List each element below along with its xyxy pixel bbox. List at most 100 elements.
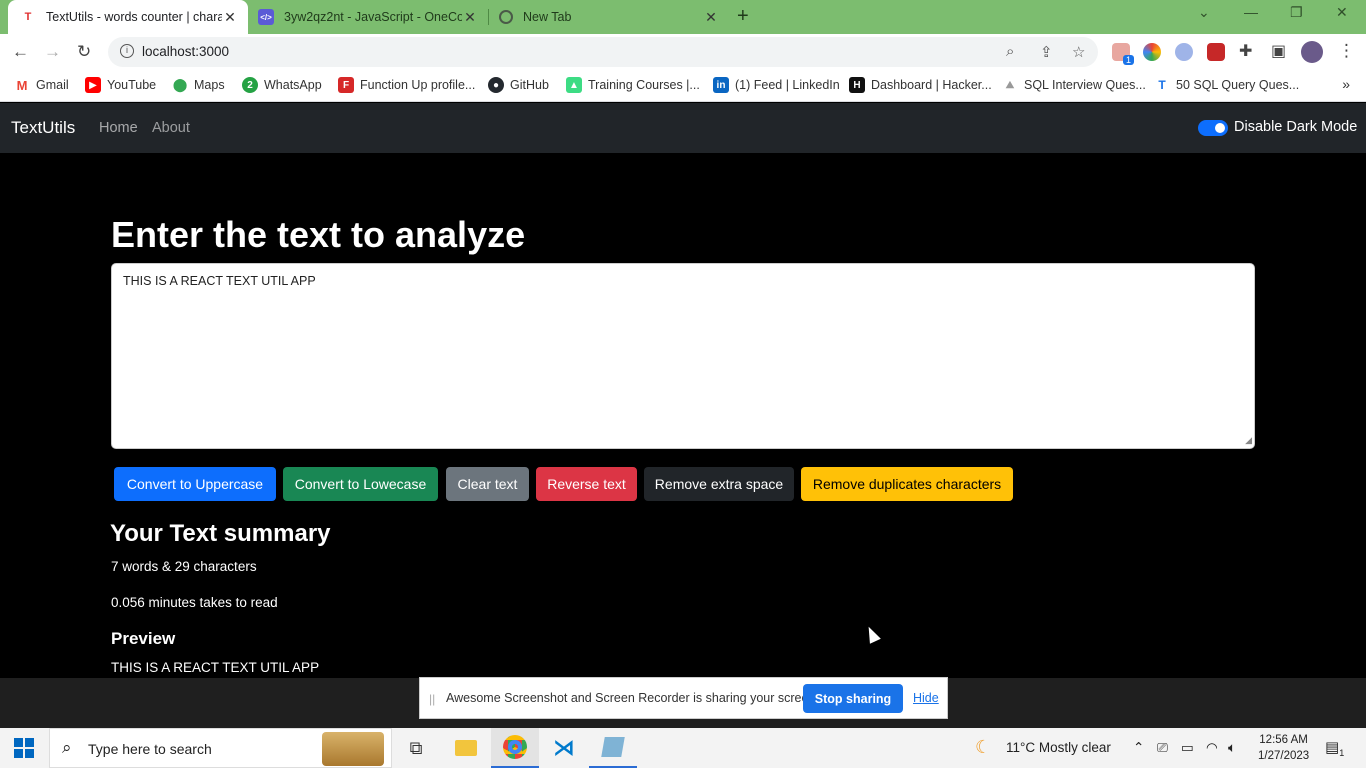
bookmark-whatsapp[interactable]: 2 WhatsApp <box>242 77 322 93</box>
bookmark-sql-query[interactable]: T 50 SQL Query Ques... <box>1154 77 1299 93</box>
file-explorer-icon[interactable] <box>442 728 490 768</box>
nav-about-link[interactable]: About <box>152 120 190 136</box>
summary-heading: Your Text summary <box>110 520 331 547</box>
bookmark-label: WhatsApp <box>264 78 322 92</box>
bookmark-label: Function Up profile... <box>360 78 476 92</box>
extension-badge: 1 <box>1122 55 1134 65</box>
bookmark-github[interactable]: ● GitHub <box>488 77 549 93</box>
sql-query-icon: T <box>1158 78 1166 92</box>
volume-icon[interactable]: 🔈︎ <box>1228 740 1236 756</box>
clock-time: 12:56 AM <box>1259 734 1308 746</box>
notification-count: 1 <box>1339 748 1345 758</box>
screen-recorder-extension-icon[interactable] <box>1143 43 1161 61</box>
app-navbar: TextUtils Home About Disable Dark Mode <box>0 103 1366 153</box>
stop-sharing-button[interactable]: Stop sharing <box>803 684 903 713</box>
nav-home-link[interactable]: Home <box>99 120 138 136</box>
bookmark-label: Training Courses |... <box>588 78 700 92</box>
bookmark-maps[interactable]: ⬤ Maps <box>172 77 225 93</box>
restore-icon[interactable]: ❐ <box>1290 4 1303 21</box>
remove-duplicates-button[interactable]: Remove duplicates characters <box>801 467 1013 501</box>
bookmark-sql-interview[interactable]: ⛰ SQL Interview Ques... <box>1002 77 1146 93</box>
search-icon: ⌕ <box>62 738 72 757</box>
clear-text-button[interactable]: Clear text <box>446 467 529 501</box>
system-clock[interactable]: 12:56 AM 1/27/2023 <box>1258 732 1309 764</box>
wifi-icon[interactable]: ◠ <box>1206 740 1218 756</box>
profile-avatar[interactable] <box>1301 41 1323 63</box>
side-panel-icon[interactable]: ▣ <box>1271 41 1286 61</box>
taskbar-search-box[interactable]: ⌕ Type here to search <box>49 728 392 768</box>
bookmark-gmail[interactable]: M Gmail <box>14 77 69 93</box>
battery-icon[interactable]: ▭ <box>1181 740 1194 756</box>
close-tab-icon[interactable]: ✕ <box>462 9 478 26</box>
text-input-area[interactable]: THIS IS A REACT TEXT UTIL APP ◢ <box>111 263 1255 449</box>
maps-icon: ⬤ <box>172 77 188 92</box>
weather-text[interactable]: 11°C Mostly clear <box>1006 740 1111 755</box>
extensions-puzzle-icon[interactable]: ✚ <box>1239 41 1252 61</box>
bookmark-training[interactable]: ▲ Training Courses |... <box>566 77 700 93</box>
minimize-icon[interactable]: — <box>1244 4 1258 20</box>
close-window-icon[interactable]: ✕ <box>1336 4 1348 21</box>
show-hidden-icons-icon[interactable]: ⌃ <box>1133 740 1144 756</box>
chrome-taskbar-icon[interactable] <box>491 728 539 768</box>
back-icon[interactable]: ← <box>12 42 29 62</box>
address-bar[interactable]: i localhost:3000 ⌕ ⇪ ☆ <box>108 37 1098 67</box>
resize-handle-icon[interactable]: ◢ <box>1245 435 1252 446</box>
vscode-taskbar-icon[interactable]: ⋊ <box>540 728 588 768</box>
windows-start-icon[interactable] <box>14 738 34 758</box>
reload-icon[interactable]: ↻ <box>77 42 91 62</box>
app-taskbar-icon[interactable] <box>589 728 637 768</box>
screen: T TextUtils - words counter | charac ✕ <… <box>0 0 1366 768</box>
dark-mode-toggle[interactable] <box>1198 120 1228 136</box>
bookmark-label: YouTube <box>107 78 157 92</box>
chrome-favicon <box>499 10 513 24</box>
drag-handle-icon[interactable]: || <box>429 692 435 706</box>
task-view-icon[interactable]: ⧉ <box>392 728 440 768</box>
clock-date: 1/27/2023 <box>1258 750 1310 762</box>
tab-textutils[interactable]: T TextUtils - words counter | charac ✕ <box>8 0 248 34</box>
tab-title: New Tab <box>523 10 572 24</box>
sharing-message: Awesome Screenshot and Screen Recorder i… <box>446 691 819 705</box>
notification-center-icon[interactable]: ▤1 <box>1325 738 1344 758</box>
tab-new-tab[interactable]: New Tab ✕ <box>489 0 729 34</box>
read-time: 0.056 minutes takes to read <box>111 595 278 610</box>
bookmark-label: Gmail <box>36 78 69 92</box>
address-url[interactable]: localhost:3000 <box>142 44 229 59</box>
bookmark-star-icon[interactable]: ☆ <box>1072 43 1085 61</box>
lowercase-button[interactable]: Convert to Lowecase <box>283 467 438 501</box>
search-highlight-image[interactable] <box>322 732 384 766</box>
extension-icon[interactable]: 1 <box>1112 43 1134 65</box>
bookmark-hackerrank[interactable]: H Dashboard | Hacker... <box>849 77 992 93</box>
tab-title: TextUtils - words counter | charac <box>46 10 222 24</box>
more-bookmarks-icon[interactable]: » <box>1342 76 1350 92</box>
bookmark-youtube[interactable]: ▶ YouTube <box>85 77 156 93</box>
tab-onecompiler[interactable]: </> 3yw2qz2nt - JavaScript - OneCom ✕ <box>248 0 488 34</box>
new-tab-icon[interactable]: + <box>737 5 749 28</box>
bookmark-functionup[interactable]: F Function Up profile... <box>338 77 475 93</box>
toggle-knob <box>1215 123 1225 133</box>
meet-now-icon[interactable]: ⎚ <box>1157 740 1168 756</box>
forward-icon[interactable]: → <box>44 42 61 62</box>
zoom-icon[interactable]: ⌕ <box>1006 43 1014 60</box>
weather-moon-icon[interactable]: ☾ <box>975 737 991 758</box>
app-brand[interactable]: TextUtils <box>11 118 75 138</box>
reverse-text-button[interactable]: Reverse text <box>536 467 637 501</box>
site-info-icon[interactable]: i <box>120 44 134 58</box>
hide-link[interactable]: Hide <box>913 691 939 705</box>
extension-icon[interactable] <box>1175 43 1193 61</box>
bookmark-label: Maps <box>194 78 225 92</box>
uppercase-button[interactable]: Convert to Uppercase <box>114 467 276 501</box>
tab-search-icon[interactable]: ⌄ <box>1198 4 1210 21</box>
close-tab-icon[interactable]: ✕ <box>222 9 238 26</box>
bookmark-linkedin[interactable]: in (1) Feed | LinkedIn <box>713 77 840 93</box>
mouse-cursor <box>863 624 881 644</box>
screen-sharing-bar: || Awesome Screenshot and Screen Recorde… <box>419 677 948 719</box>
share-icon[interactable]: ⇪ <box>1040 43 1053 61</box>
close-tab-icon[interactable]: ✕ <box>703 9 719 26</box>
word-char-count: 7 words & 29 characters <box>111 559 257 574</box>
extension-icon[interactable] <box>1207 43 1225 61</box>
text-input-value: THIS IS A REACT TEXT UTIL APP <box>123 274 316 288</box>
preview-text: THIS IS A REACT TEXT UTIL APP <box>111 660 320 675</box>
windows-taskbar: ⌕ Type here to search ⧉ ⋊ ☾ 11°C Mostly … <box>0 728 1366 768</box>
remove-extra-space-button[interactable]: Remove extra space <box>644 467 794 501</box>
menu-kebab-icon[interactable]: ⋮ <box>1338 41 1355 61</box>
